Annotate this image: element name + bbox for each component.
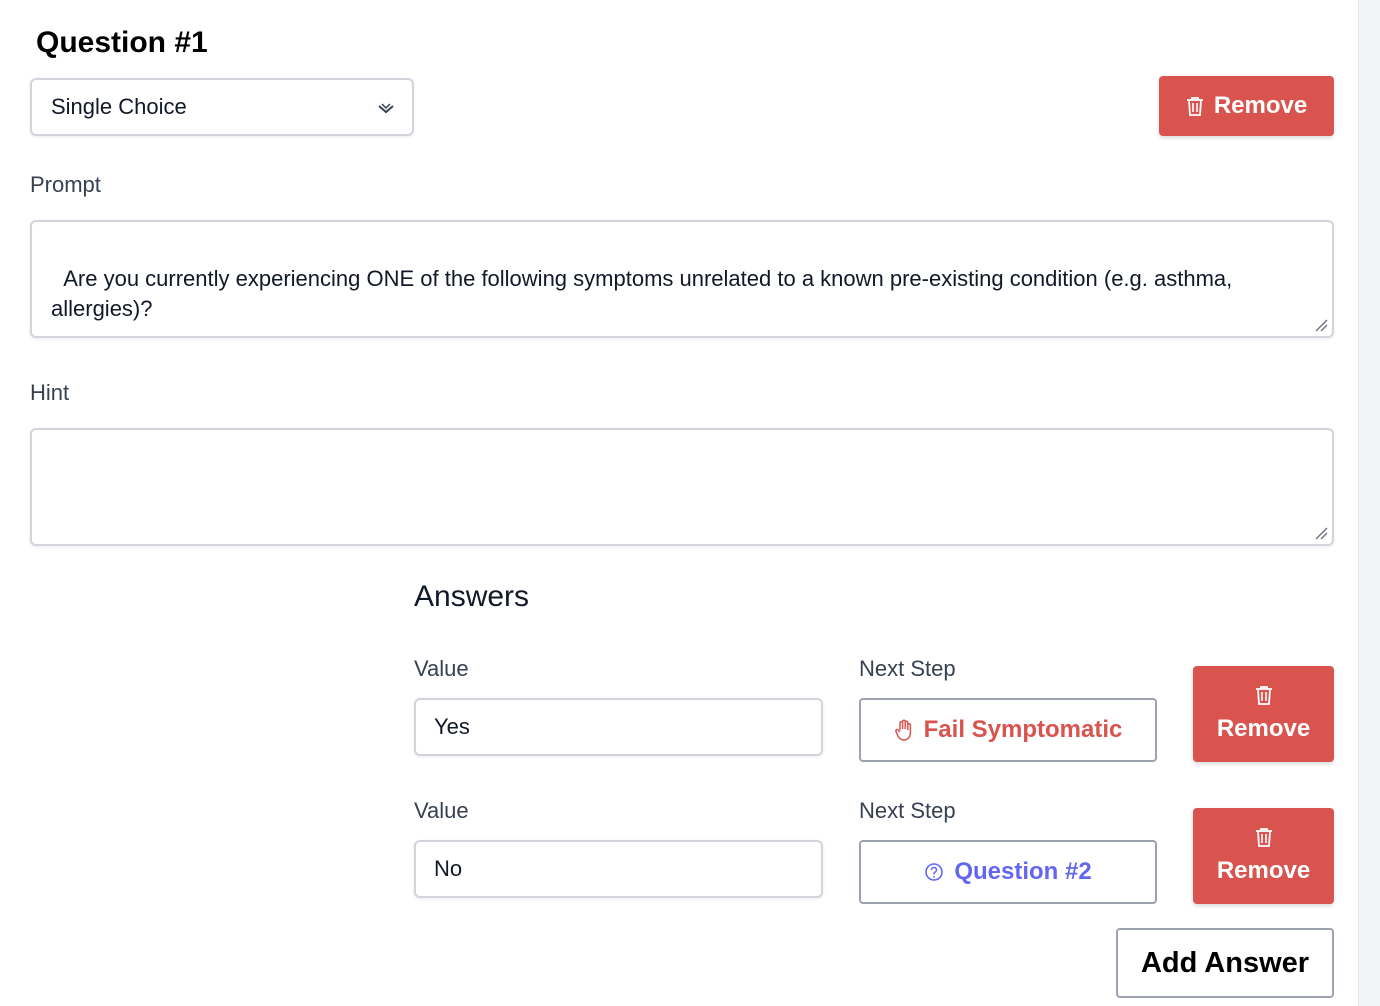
answer-value-label: Value xyxy=(414,798,469,823)
prompt-label: Prompt xyxy=(30,172,101,197)
trash-icon xyxy=(1186,97,1203,116)
prompt-textarea[interactable]: Are you currently experiencing ONE of th… xyxy=(30,220,1334,338)
hint-label: Hint xyxy=(30,380,70,405)
next-step-button[interactable]: Question #2 xyxy=(859,840,1157,904)
next-step-button[interactable]: Fail Symptomatic xyxy=(859,698,1157,762)
answer-next-step-label: Next Step xyxy=(859,656,956,681)
question-title: Question #1 xyxy=(36,26,208,59)
answer-value-input[interactable]: No xyxy=(414,840,823,898)
remove-answer-label: Remove xyxy=(1216,715,1311,742)
hand-stop-icon xyxy=(894,719,911,741)
remove-answer-label: Remove xyxy=(1216,857,1311,884)
trash-icon xyxy=(1255,828,1272,847)
question-type-value: Single Choice xyxy=(51,94,187,119)
answers-heading: Answers xyxy=(414,580,530,613)
answer-value-text: No xyxy=(434,856,463,881)
answer-value-label: Value xyxy=(414,656,469,681)
question-type-select[interactable]: Single Choice xyxy=(30,78,414,136)
remove-answer-button[interactable]: Remove xyxy=(1193,666,1334,762)
next-step-text: Question #2 xyxy=(954,858,1092,885)
prompt-text: Are you currently experiencing ONE of th… xyxy=(51,266,1233,321)
add-answer-button[interactable]: Add Answer xyxy=(1116,928,1334,998)
remove-question-button[interactable]: Remove xyxy=(1159,76,1334,136)
answer-next-step-label: Next Step xyxy=(859,798,956,823)
answer-value-text: Yes xyxy=(434,714,470,739)
hint-textarea[interactable] xyxy=(30,428,1334,546)
resize-handle-icon[interactable] xyxy=(1314,526,1328,540)
remove-answer-button[interactable]: Remove xyxy=(1193,808,1334,904)
chevron-down-icon xyxy=(378,103,394,114)
question-circle-icon xyxy=(925,863,944,881)
next-step-text: Fail Symptomatic xyxy=(923,716,1123,743)
trash-icon xyxy=(1255,686,1272,705)
scrollbar-track[interactable] xyxy=(1358,0,1380,1006)
remove-question-label: Remove xyxy=(1213,92,1308,119)
answer-value-input[interactable]: Yes xyxy=(414,698,823,756)
resize-handle-icon[interactable] xyxy=(1314,318,1328,332)
